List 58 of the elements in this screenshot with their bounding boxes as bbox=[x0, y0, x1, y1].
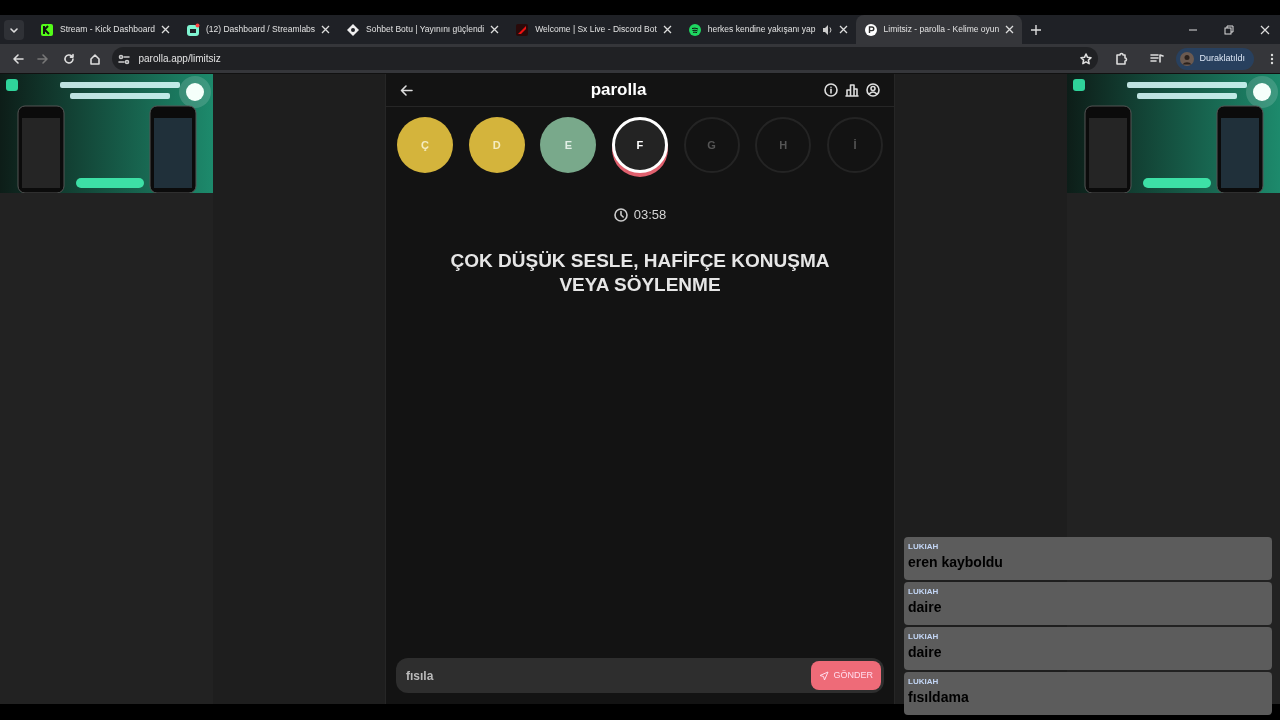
info-icon[interactable] bbox=[824, 83, 838, 97]
chat-message: fısıldama bbox=[908, 688, 970, 706]
browser-tab[interactable]: Stream - Kick Dashboard bbox=[32, 15, 178, 44]
app-icon bbox=[185, 22, 200, 37]
chat-message: eren kayboldu bbox=[908, 553, 1004, 571]
close-icon[interactable] bbox=[1005, 25, 1015, 34]
tab-title: (12) Dashboard / Streamlabs bbox=[205, 25, 316, 34]
diamond-icon bbox=[346, 22, 361, 37]
close-icon[interactable] bbox=[1260, 24, 1270, 35]
address-field[interactable]: parolla.app/limitsiz bbox=[112, 47, 1099, 70]
new-tab-icon[interactable] bbox=[1030, 23, 1043, 36]
chat-message: daire bbox=[908, 598, 943, 616]
chat-username: LUKIAH bbox=[908, 542, 940, 552]
clock-icon bbox=[613, 207, 628, 222]
tab-title: Stream - Kick Dashboard bbox=[60, 25, 155, 34]
timer: 03:58 bbox=[633, 206, 667, 224]
letter-k-icon bbox=[40, 22, 54, 37]
profile-icon[interactable] bbox=[866, 83, 880, 97]
puzzle-icon[interactable] bbox=[1114, 51, 1129, 66]
send-icon bbox=[819, 670, 830, 681]
star-icon[interactable] bbox=[1080, 52, 1093, 65]
chat-username: LUKIAH bbox=[908, 632, 940, 642]
close-icon[interactable] bbox=[838, 25, 848, 34]
browser-tab[interactable]: Welcome | Sx Live - Discord Bot bbox=[507, 15, 680, 44]
back-icon[interactable] bbox=[11, 52, 24, 65]
chat-message: daire bbox=[908, 643, 943, 661]
site-icon bbox=[863, 22, 878, 37]
more-icon[interactable] bbox=[1270, 52, 1274, 65]
browser-tab[interactable]: herkes kendine yakışanı yap bbox=[679, 15, 856, 44]
avatar-icon bbox=[1180, 51, 1195, 66]
site-info-icon[interactable] bbox=[118, 52, 131, 65]
question-text: ÇOK DÜŞÜK SESLE, HAFİFÇE KONUŞMA VEYA SÖYLENME bbox=[449, 248, 831, 297]
tab-title: Welcome | Sx Live - Discord Bot bbox=[535, 25, 657, 34]
tab-title: herkes kendine yakışanı yap bbox=[707, 25, 816, 34]
home-icon[interactable] bbox=[88, 52, 101, 65]
close-icon[interactable] bbox=[321, 25, 331, 34]
close-icon[interactable] bbox=[490, 25, 500, 34]
browser-tab[interactable]: (12) Dashboard / Streamlabs bbox=[177, 15, 339, 44]
forward-icon[interactable] bbox=[37, 52, 50, 65]
reload-icon[interactable] bbox=[63, 52, 75, 65]
chat-username: LUKIAH bbox=[908, 677, 940, 687]
bar-chart-icon[interactable] bbox=[845, 83, 859, 97]
restore-icon[interactable] bbox=[1224, 24, 1234, 35]
speaker-icon[interactable] bbox=[821, 23, 833, 36]
chat-username: LUKIAH bbox=[908, 587, 940, 597]
tab-list-icon[interactable] bbox=[9, 25, 19, 34]
browser-tab[interactable]: Limitsiz - parolla - Kelime oyun bbox=[855, 15, 1023, 44]
music-icon bbox=[687, 22, 702, 37]
close-icon[interactable] bbox=[662, 25, 672, 34]
close-icon[interactable] bbox=[160, 25, 170, 34]
profile-button[interactable]: Duraklatıldı bbox=[1176, 47, 1254, 70]
tab-title: Limitsiz - parolla - Kelime oyun bbox=[883, 25, 1000, 34]
browser-tab[interactable]: Sohbet Botu | Yayınını güçlendi bbox=[338, 15, 508, 44]
app-title: parolla bbox=[589, 79, 648, 102]
back-arrow-icon[interactable] bbox=[400, 83, 413, 97]
tab-title: Sohbet Botu | Yayınını güçlendi bbox=[366, 25, 485, 34]
logo-icon bbox=[515, 22, 530, 37]
media-list-icon[interactable] bbox=[1150, 51, 1165, 66]
